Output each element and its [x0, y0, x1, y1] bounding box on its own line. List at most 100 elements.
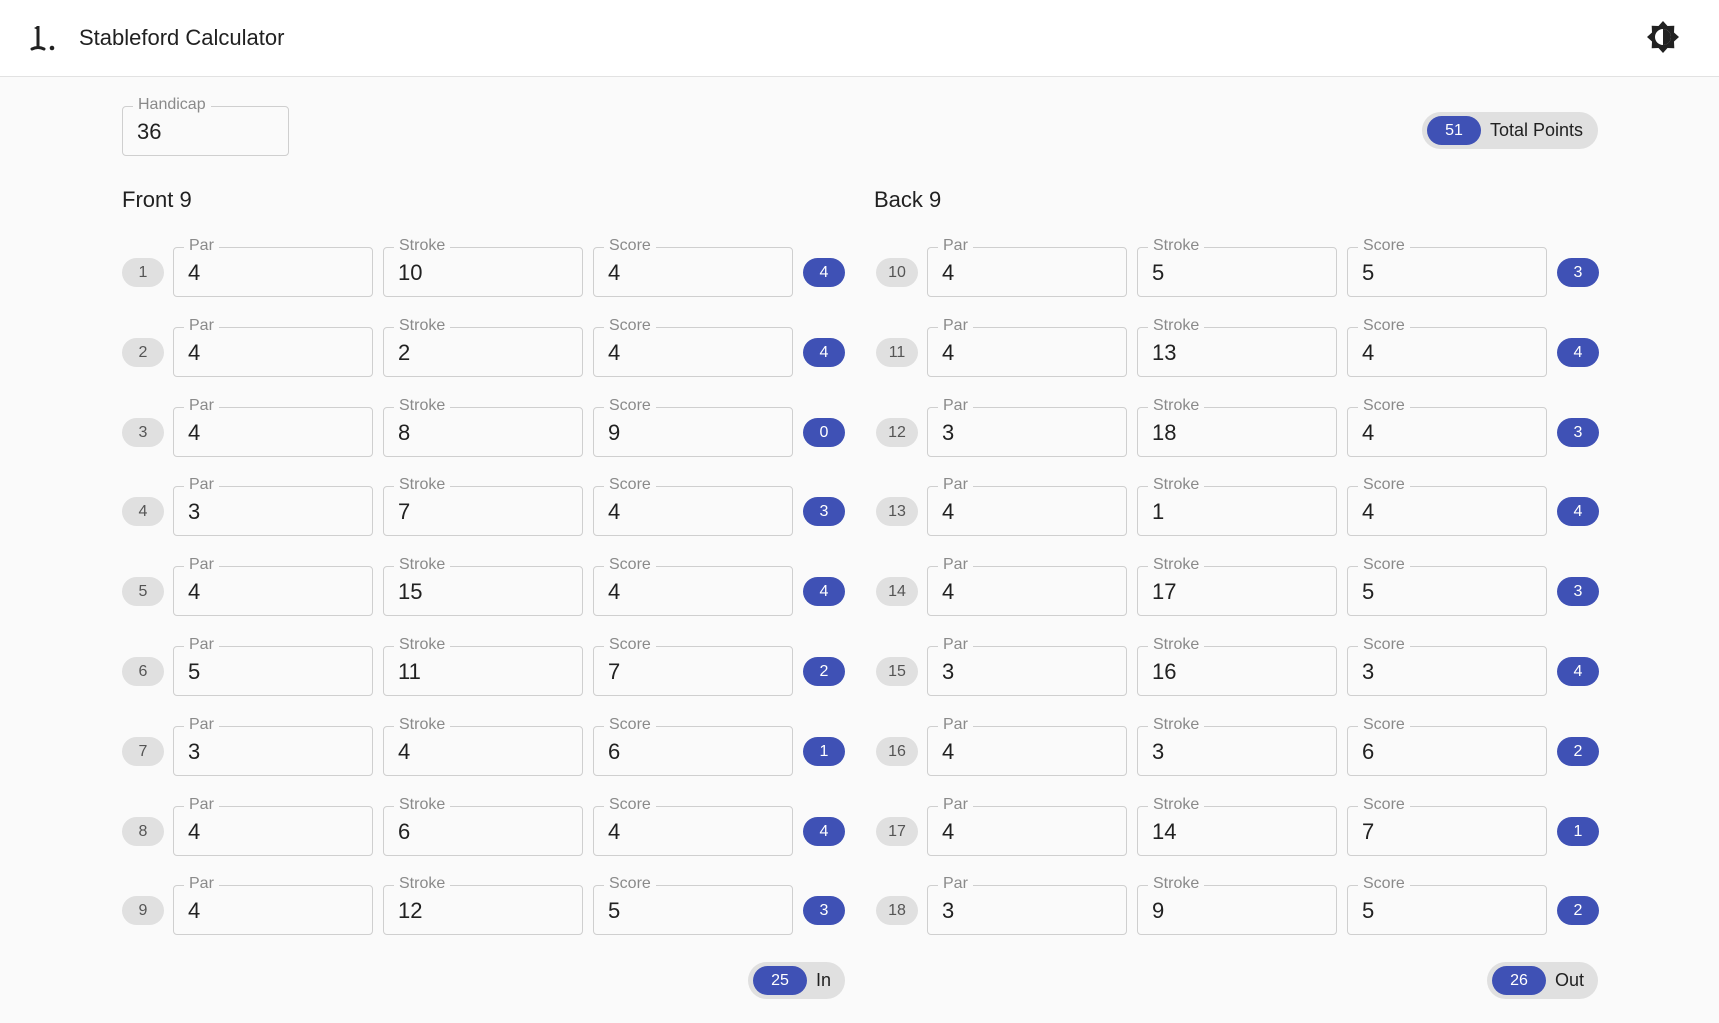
par-value[interactable]: 4 — [188, 259, 200, 287]
stroke-value[interactable]: 18 — [1152, 419, 1176, 447]
stroke-field[interactable]: Stroke 7 — [383, 476, 583, 536]
stroke-field[interactable]: Stroke 1 — [1137, 476, 1337, 536]
par-field[interactable]: Par 3 — [927, 636, 1127, 696]
handicap-field[interactable]: Handicap 36 — [122, 96, 289, 156]
score-value[interactable]: 4 — [608, 498, 620, 526]
par-value[interactable]: 4 — [188, 897, 200, 925]
stroke-field[interactable]: Stroke 2 — [383, 317, 583, 377]
score-field[interactable]: Score 4 — [1347, 397, 1547, 457]
score-field[interactable]: Score 5 — [1347, 237, 1547, 297]
stroke-field[interactable]: Stroke 5 — [1137, 237, 1337, 297]
stroke-field[interactable]: Stroke 16 — [1137, 636, 1337, 696]
score-field[interactable]: Score 6 — [593, 716, 793, 776]
par-field[interactable]: Par 3 — [173, 476, 373, 536]
score-field[interactable]: Score 5 — [593, 875, 793, 935]
stroke-value[interactable]: 17 — [1152, 578, 1176, 606]
par-value[interactable]: 4 — [188, 818, 200, 846]
stroke-field[interactable]: Stroke 13 — [1137, 317, 1337, 377]
par-value[interactable]: 5 — [188, 658, 200, 686]
score-value[interactable]: 5 — [608, 897, 620, 925]
stroke-value[interactable]: 10 — [398, 259, 422, 287]
stroke-value[interactable]: 7 — [398, 498, 410, 526]
score-field[interactable]: Score 4 — [593, 317, 793, 377]
par-value[interactable]: 3 — [942, 658, 954, 686]
score-field[interactable]: Score 7 — [1347, 796, 1547, 856]
score-value[interactable]: 4 — [608, 578, 620, 606]
par-value[interactable]: 3 — [942, 419, 954, 447]
par-value[interactable]: 3 — [188, 498, 200, 526]
score-value[interactable]: 5 — [1362, 578, 1374, 606]
score-value[interactable]: 7 — [608, 658, 620, 686]
par-field[interactable]: Par 4 — [927, 716, 1127, 776]
par-field[interactable]: Par 4 — [173, 397, 373, 457]
stroke-field[interactable]: Stroke 18 — [1137, 397, 1337, 457]
stroke-value[interactable]: 14 — [1152, 818, 1176, 846]
score-field[interactable]: Score 4 — [593, 476, 793, 536]
stroke-field[interactable]: Stroke 15 — [383, 556, 583, 616]
stroke-value[interactable]: 11 — [398, 658, 421, 686]
stroke-field[interactable]: Stroke 9 — [1137, 875, 1337, 935]
score-field[interactable]: Score 7 — [593, 636, 793, 696]
par-value[interactable]: 4 — [188, 419, 200, 447]
score-field[interactable]: Score 4 — [1347, 476, 1547, 536]
stroke-field[interactable]: Stroke 14 — [1137, 796, 1337, 856]
par-value[interactable]: 4 — [942, 578, 954, 606]
score-value[interactable]: 3 — [1362, 658, 1374, 686]
par-value[interactable]: 4 — [942, 738, 954, 766]
par-field[interactable]: Par 4 — [927, 796, 1127, 856]
par-field[interactable]: Par 4 — [173, 796, 373, 856]
stroke-value[interactable]: 9 — [1152, 897, 1164, 925]
score-value[interactable]: 4 — [608, 818, 620, 846]
score-field[interactable]: Score 6 — [1347, 716, 1547, 776]
par-field[interactable]: Par 4 — [173, 875, 373, 935]
par-value[interactable]: 3 — [942, 897, 954, 925]
par-field[interactable]: Par 4 — [173, 237, 373, 297]
par-value[interactable]: 4 — [188, 339, 200, 367]
score-value[interactable]: 5 — [1362, 259, 1374, 287]
score-field[interactable]: Score 4 — [593, 796, 793, 856]
stroke-value[interactable]: 3 — [1152, 738, 1164, 766]
score-value[interactable]: 5 — [1362, 897, 1374, 925]
par-field[interactable]: Par 5 — [173, 636, 373, 696]
score-field[interactable]: Score 4 — [1347, 317, 1547, 377]
par-value[interactable]: 4 — [188, 578, 200, 606]
stroke-field[interactable]: Stroke 3 — [1137, 716, 1337, 776]
stroke-field[interactable]: Stroke 10 — [383, 237, 583, 297]
stroke-value[interactable]: 13 — [1152, 339, 1176, 367]
score-value[interactable]: 4 — [608, 259, 620, 287]
stroke-field[interactable]: Stroke 4 — [383, 716, 583, 776]
par-field[interactable]: Par 3 — [173, 716, 373, 776]
score-value[interactable]: 4 — [1362, 339, 1374, 367]
score-value[interactable]: 6 — [608, 738, 620, 766]
stroke-field[interactable]: Stroke 12 — [383, 875, 583, 935]
score-value[interactable]: 4 — [1362, 419, 1374, 447]
par-value[interactable]: 4 — [942, 259, 954, 287]
par-field[interactable]: Par 4 — [173, 317, 373, 377]
stroke-value[interactable]: 6 — [398, 818, 410, 846]
par-value[interactable]: 4 — [942, 818, 954, 846]
stroke-value[interactable]: 8 — [398, 419, 410, 447]
par-field[interactable]: Par 3 — [927, 875, 1127, 935]
score-value[interactable]: 6 — [1362, 738, 1374, 766]
stroke-value[interactable]: 5 — [1152, 259, 1164, 287]
par-field[interactable]: Par 4 — [927, 556, 1127, 616]
par-field[interactable]: Par 4 — [927, 476, 1127, 536]
par-value[interactable]: 4 — [942, 339, 954, 367]
stroke-value[interactable]: 2 — [398, 339, 410, 367]
stroke-field[interactable]: Stroke 11 — [383, 636, 583, 696]
stroke-field[interactable]: Stroke 8 — [383, 397, 583, 457]
par-field[interactable]: Par 4 — [927, 317, 1127, 377]
score-value[interactable]: 7 — [1362, 818, 1374, 846]
score-value[interactable]: 4 — [608, 339, 620, 367]
score-field[interactable]: Score 3 — [1347, 636, 1547, 696]
par-value[interactable]: 3 — [188, 738, 200, 766]
stroke-value[interactable]: 1 — [1152, 498, 1164, 526]
score-field[interactable]: Score 5 — [1347, 556, 1547, 616]
stroke-value[interactable]: 4 — [398, 738, 410, 766]
score-value[interactable]: 9 — [608, 419, 620, 447]
score-value[interactable]: 4 — [1362, 498, 1374, 526]
par-field[interactable]: Par 4 — [927, 237, 1127, 297]
par-field[interactable]: Par 4 — [173, 556, 373, 616]
stroke-field[interactable]: Stroke 6 — [383, 796, 583, 856]
par-value[interactable]: 4 — [942, 498, 954, 526]
